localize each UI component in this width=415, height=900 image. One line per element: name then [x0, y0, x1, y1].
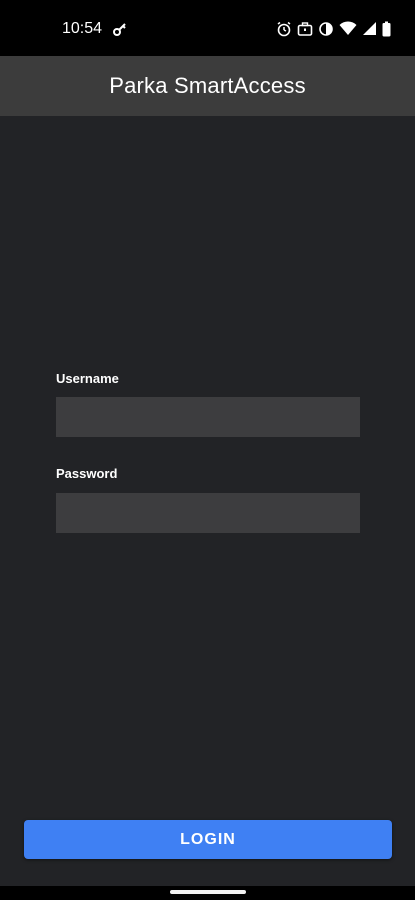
password-field[interactable] [56, 493, 360, 533]
login-button[interactable]: LOGIN [24, 820, 392, 859]
key-icon [113, 22, 127, 36]
alarm-icon [276, 21, 292, 37]
login-form: Username Password LOGIN [0, 116, 415, 886]
status-time: 10:54 [62, 20, 103, 37]
username-label: Username [56, 371, 119, 386]
status-bar: 10:54 [0, 0, 415, 56]
work-profile-icon [297, 21, 313, 37]
cellular-signal-icon [362, 21, 377, 37]
status-icons [276, 20, 391, 38]
username-field[interactable] [56, 397, 360, 437]
navigation-bar [0, 886, 415, 900]
wifi-icon [339, 21, 357, 37]
password-label: Password [56, 466, 118, 481]
battery-icon [382, 21, 391, 37]
page-title: Parka SmartAccess [109, 73, 306, 98]
app-bar: Parka SmartAccess [0, 56, 415, 116]
data-saver-icon [318, 21, 334, 37]
home-gesture-handle[interactable] [170, 890, 246, 894]
